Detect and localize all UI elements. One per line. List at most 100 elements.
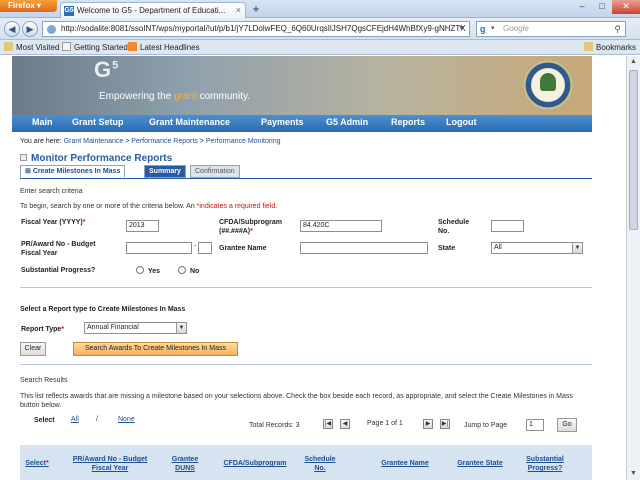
nav-grant-setup[interactable]: Grant Setup [72,117,124,127]
site-identity-icon[interactable] [47,25,56,34]
search-bar[interactable]: g ▾ Google ⚲ [476,21,626,37]
state-select-value: All [494,244,502,251]
col-substantial-progress[interactable]: Substantial Progress? [515,455,575,473]
url-dropdown-icon[interactable]: ▼ [458,22,465,36]
criteria-instructions: To begin, search by one or more of the c… [20,203,277,210]
fiscal-year-input[interactable]: 2013 [126,220,159,232]
prev-page-icon[interactable]: ◀ [340,419,350,429]
page-indicator: Page 1 of 1 [367,420,403,427]
tab-divider [20,178,592,179]
col-schedule[interactable]: Schedule No. [300,455,340,473]
browser-tab[interactable]: G5 Welcome to G5 - Department of Educati… [60,2,246,18]
schedule-label: Schedule No. [438,219,470,235]
tab-label: Create Milestones In Mass [32,168,121,175]
col-cfda[interactable]: CFDA/Subprogram [215,459,295,468]
go-button[interactable]: Go [557,418,577,432]
chevron-down-icon: ▼ [176,323,186,333]
section-divider [20,287,592,288]
nav-reports[interactable]: Reports [391,117,425,127]
col-pr-award[interactable]: PR/Award No - Budget Fiscal Year [70,455,150,473]
pr-award-separator: - [194,243,197,250]
first-page-icon[interactable]: |◀ [323,419,333,429]
breadcrumb-grant-maintenance[interactable]: Grant Maintenance [64,138,124,145]
bookmark-star-icon[interactable]: ☆ [446,22,455,36]
bookmark-label: Getting Started [74,43,128,52]
url-text: http://sodalite:8081/ssoINT/wps/myportal… [61,24,466,33]
nav-main[interactable]: Main [32,117,53,127]
nav-g5-admin[interactable]: G5 Admin [326,117,368,127]
budget-fy-input[interactable] [198,242,212,254]
search-engine-dropdown-icon[interactable]: ▾ [491,22,495,36]
pr-award-input[interactable] [126,242,192,254]
required-note: *indicates a required field. [196,203,278,210]
scroll-down-icon[interactable]: ▼ [627,468,640,480]
url-bar[interactable]: http://sodalite:8081/ssoINT/wps/myportal… [42,21,470,37]
required-asterisk: * [45,460,49,467]
back-arrow-icon[interactable]: ◀ [4,21,20,37]
bookmark-most-visited[interactable]: Most Visited [4,42,59,53]
department-seal-icon [522,59,574,111]
last-page-icon[interactable]: ▶| [440,419,450,429]
maximize-icon[interactable]: □ [592,0,612,14]
vertical-scrollbar[interactable]: ▲ ▼ [626,56,640,480]
search-icon[interactable]: ⚲ [614,22,621,36]
nav-payments[interactable]: Payments [261,117,304,127]
bookmarks-toolbar: Most Visited Getting Started Latest Head… [0,40,640,55]
folder-icon [4,42,13,51]
new-tab-button[interactable]: + [249,3,263,17]
col-grantee-name[interactable]: Grantee Name [365,459,445,468]
firefox-menu-button[interactable]: Firefox ▾ [0,0,57,12]
jump-page-input[interactable]: 1 [526,419,544,431]
total-records: Total Records: 3 [249,422,300,429]
breadcrumb: You are here: Grant Maintenance > Perfor… [20,138,281,145]
col-grantee-state[interactable]: Grantee State [445,459,515,468]
select-none-link[interactable]: None [118,416,135,423]
breadcrumb-performance-monitoring[interactable]: Performance Monitoring [206,138,281,145]
window-close-icon[interactable]: ✕ [612,0,640,14]
tab-icon: ⊞ [25,168,33,175]
results-heading: Search Results [20,377,68,384]
main-nav: Main Grant Setup Grant Maintenance Payme… [12,115,592,132]
substantial-no-radio[interactable] [178,266,186,274]
tab-summary[interactable]: Summary [144,165,186,178]
tab-close-icon[interactable]: × [236,3,241,18]
report-type-select[interactable]: Annual Financial ▼ [84,322,187,334]
substantial-yes-label: Yes [148,268,161,275]
clear-button[interactable]: Clear [20,342,46,356]
bookmark-latest-headlines[interactable]: Latest Headlines [128,42,200,53]
select-label: Select [34,417,55,424]
window-controls: – □ ✕ [572,0,640,14]
logo-superscript: 5 [112,59,120,72]
tab-title: Welcome to G5 - Department of Educati... [77,6,226,15]
banner-tagline: Empowering the grant community. [99,91,250,102]
minimize-icon[interactable]: – [572,0,592,14]
schedule-input[interactable] [491,220,524,232]
logo-letter: G [94,57,113,82]
grantee-name-input[interactable] [300,242,428,254]
next-page-icon[interactable]: ▶ [423,419,433,429]
tab-confirmation[interactable]: Confirmation [190,165,240,178]
cfda-input[interactable]: 84.420C [300,220,382,232]
bookmarks-menu[interactable]: Bookmarks [584,42,636,53]
tab-create-milestones[interactable]: ⊞ Create Milestones In Mass [20,165,126,178]
state-select[interactable]: All ▼ [491,242,583,254]
bookmarks-menu-label: Bookmarks [596,43,637,52]
web-page: G5 Empowering the grant community. Main … [0,56,640,480]
google-icon[interactable]: g [480,24,490,34]
scroll-up-icon[interactable]: ▲ [627,56,640,68]
fiscal-year-label: Fiscal Year (YYYY)* [21,218,117,227]
nav-logout[interactable]: Logout [446,117,477,127]
substantial-yes-radio[interactable] [136,266,144,274]
breadcrumb-prefix: You are here: [20,138,62,145]
col-grantee-duns[interactable]: Grantee DUNS [165,455,205,473]
section-divider [20,364,592,365]
search-awards-button[interactable]: Search Awards To Create Milestones In Ma… [73,342,238,356]
tagline-prefix: Empowering the [99,91,175,102]
forward-arrow-icon[interactable]: ▶ [22,21,38,37]
col-select[interactable]: Select* [23,459,51,468]
nav-grant-maintenance[interactable]: Grant Maintenance [149,117,230,127]
scrollbar-thumb[interactable] [629,70,638,230]
bookmark-getting-started[interactable]: Getting Started [62,42,128,53]
breadcrumb-performance-reports[interactable]: Performance Reports [131,138,198,145]
select-all-link[interactable]: All [71,416,79,423]
